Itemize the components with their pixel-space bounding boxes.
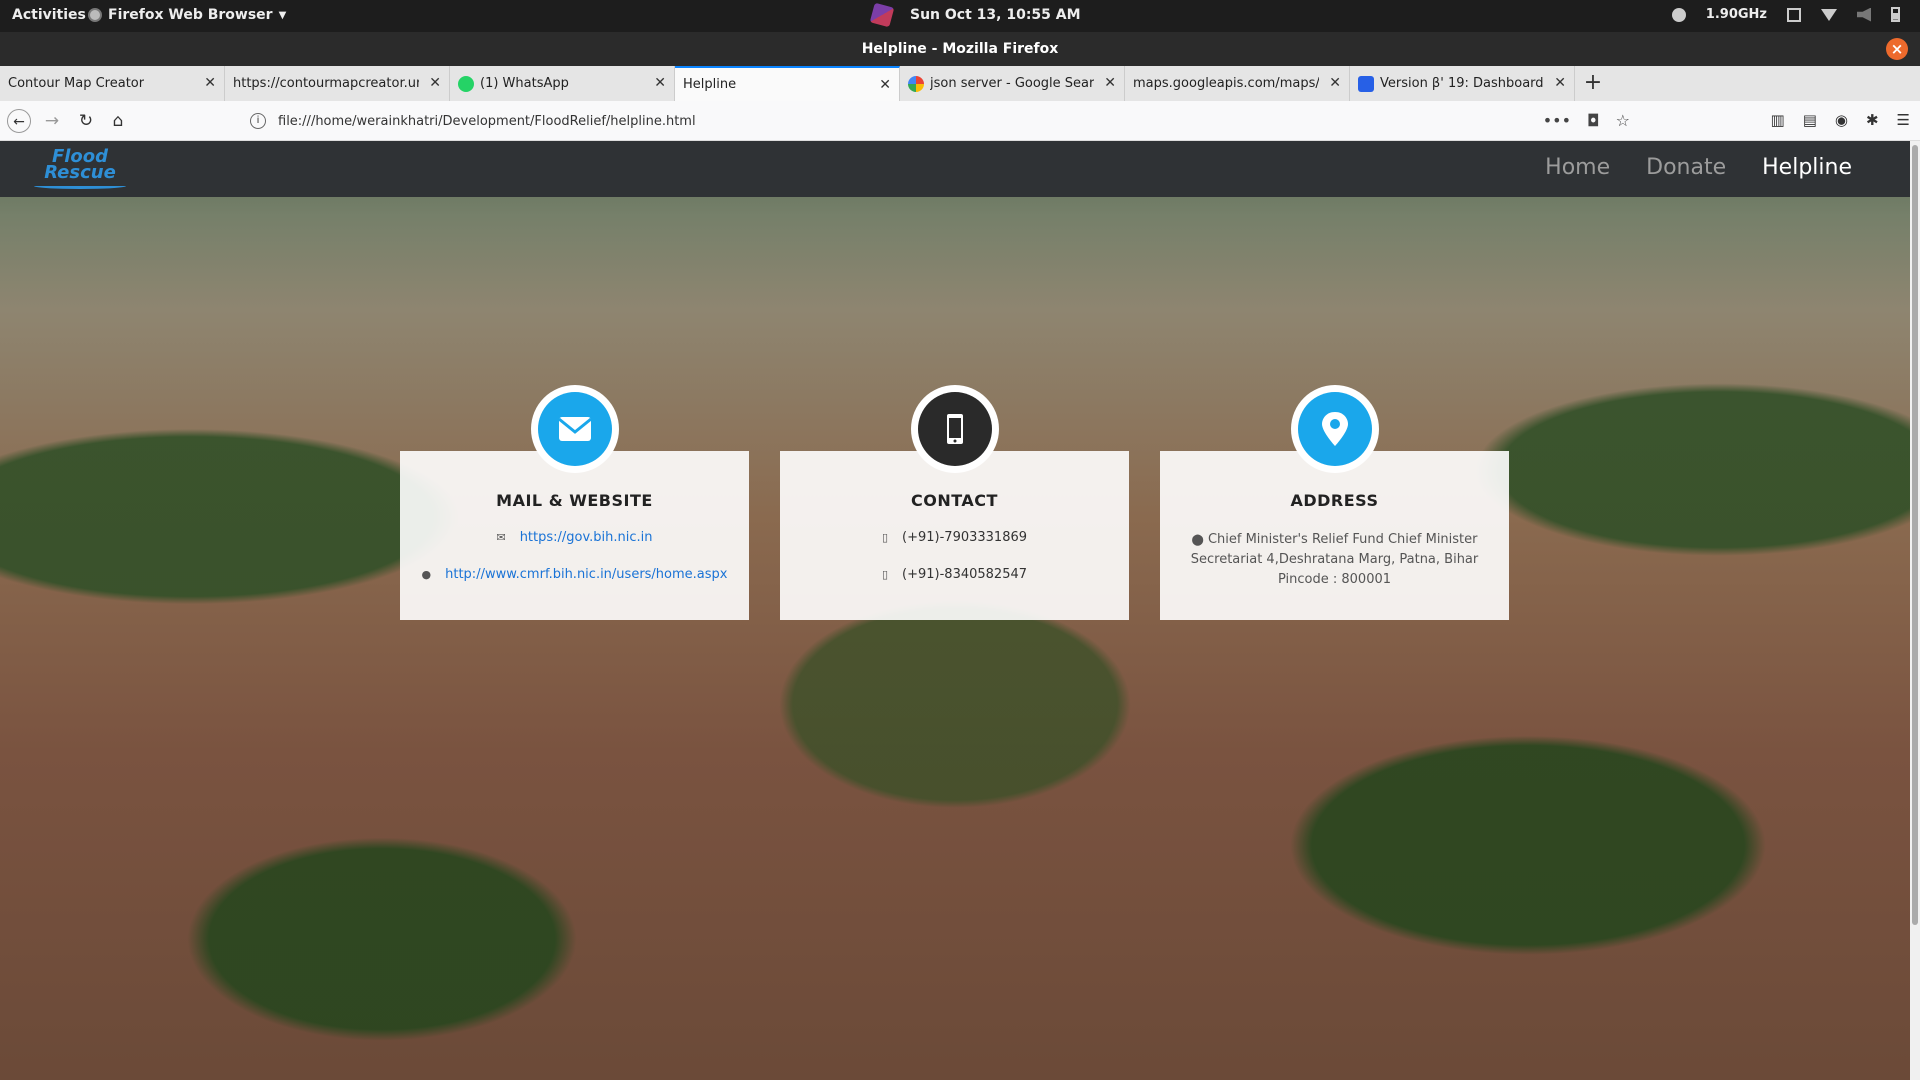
tab-label: Contour Map Creator xyxy=(8,76,145,91)
extension-icon[interactable]: ✱ xyxy=(1866,111,1879,129)
tab-label: maps.googleapis.com/maps/a xyxy=(1133,76,1319,91)
google-icon xyxy=(908,75,924,92)
page-actions-icon[interactable]: ••• xyxy=(1543,111,1571,130)
envelope-icon xyxy=(537,392,612,466)
mobile-small-icon: ▯ xyxy=(881,531,889,544)
tab-label: json server - Google Search xyxy=(930,76,1094,91)
tab-helpline[interactable]: Helpline ✕ xyxy=(675,66,900,101)
activities-button[interactable]: Activities xyxy=(12,7,86,23)
map-pin-icon xyxy=(1297,392,1372,466)
page-content: Flood Rescue Home Donate Helpline MAIL &… xyxy=(0,141,1910,1080)
dashboard-icon xyxy=(1358,75,1374,92)
reload-button[interactable]: ↻ xyxy=(74,109,98,133)
nav-helpline[interactable]: Helpline xyxy=(1762,155,1852,180)
tab-google-search[interactable]: json server - Google Search ✕ xyxy=(900,66,1125,101)
site-nav: Home Donate Helpline xyxy=(1545,155,1852,180)
card-title: ADDRESS xyxy=(1290,491,1379,510)
menu-icon[interactable]: ☰ xyxy=(1897,111,1910,129)
site-header: Flood Rescue Home Donate Helpline xyxy=(0,141,1910,197)
system-top-bar: Activities Firefox Web Browser ▼ Sun Oct… xyxy=(0,0,1920,32)
app-menu[interactable]: Firefox Web Browser ▼ xyxy=(88,7,286,23)
map-marker-small-icon: ⬤ xyxy=(1191,533,1204,546)
library-icon[interactable]: ▥ xyxy=(1771,111,1785,129)
email-link[interactable]: https://gov.bih.nic.in xyxy=(520,530,653,545)
address-card: ADDRESS ⬤ Chief Minister's Relief Fund C… xyxy=(1160,385,1509,620)
card-title: CONTACT xyxy=(911,491,998,510)
volume-icon[interactable] xyxy=(1857,7,1871,22)
whatsapp-icon xyxy=(458,75,474,92)
contact-card: CONTACT ▯ (+91)-7903331869 ▯ (+91)-83405… xyxy=(780,385,1129,620)
chevron-down-icon: ▼ xyxy=(278,9,287,21)
tab-label: https://contourmapcreator.urg xyxy=(233,76,419,91)
site-logo[interactable]: Flood Rescue xyxy=(34,148,126,189)
tab-close-icon[interactable]: ✕ xyxy=(1104,75,1116,91)
card-icon-frame xyxy=(910,385,999,473)
info-icon[interactable]: i xyxy=(250,113,266,129)
app-menu-label: Firefox Web Browser xyxy=(108,7,273,23)
phone-line-2: ▯ (+91)-8340582547 xyxy=(780,567,1129,582)
pocket-icon[interactable]: ◘ xyxy=(1587,111,1600,130)
window-close-button[interactable]: × xyxy=(1886,38,1908,60)
tab-whatsapp[interactable]: (1) WhatsApp ✕ xyxy=(450,66,675,101)
page-scrollbar[interactable] xyxy=(1910,141,1920,1080)
navigation-toolbar: ← → ↻ ⌂ i file:///home/werainkhatri/Deve… xyxy=(0,101,1920,141)
phone-number-2: (+91)-8340582547 xyxy=(902,567,1028,582)
mail-website-card: MAIL & WEBSITE ✉ https://gov.bih.nic.in … xyxy=(400,385,749,620)
card-icon-frame xyxy=(1290,385,1379,473)
nav-home[interactable]: Home xyxy=(1545,155,1610,180)
window-title: Helpline - Mozilla Firefox xyxy=(861,41,1059,57)
sidebar-icon[interactable]: ▤ xyxy=(1803,111,1817,129)
window-title-bar: Helpline - Mozilla Firefox × xyxy=(0,32,1920,66)
account-icon[interactable]: ◉ xyxy=(1835,111,1848,129)
tab-close-icon[interactable]: ✕ xyxy=(1554,75,1566,91)
battery-icon[interactable] xyxy=(1891,7,1900,22)
address-text: Chief Minister's Relief Fund Chief Minis… xyxy=(1190,532,1479,587)
tab-label: Helpline xyxy=(683,77,737,92)
phone-line-1: ▯ (+91)-7903331869 xyxy=(780,530,1129,545)
tab-label: (1) WhatsApp xyxy=(480,76,569,91)
package-icon[interactable] xyxy=(869,2,895,28)
logo-text-line2: Rescue xyxy=(44,162,116,183)
card-title: MAIL & WEBSITE xyxy=(496,491,653,510)
mobile-phone-icon xyxy=(917,392,992,466)
card-icon-frame xyxy=(530,385,619,473)
tab-bar: Contour Map Creator ✕ https://contourmap… xyxy=(0,66,1920,101)
firefox-icon xyxy=(88,8,102,22)
email-line: ✉ https://gov.bih.nic.in xyxy=(400,530,749,545)
wave-icon xyxy=(34,183,126,189)
bookmark-star-icon[interactable]: ☆ xyxy=(1616,111,1630,130)
forward-button[interactable]: → xyxy=(40,109,64,133)
tab-label: Version β' 19: Dashboard | xyxy=(1380,76,1544,91)
website-link[interactable]: http://www.cmrf.bih.nic.in/users/home.as… xyxy=(445,567,727,582)
globe-icon: ● xyxy=(421,568,432,581)
clock[interactable]: Sun Oct 13, 10:55 AM xyxy=(910,7,1081,23)
wifi-icon[interactable] xyxy=(1821,8,1837,21)
nav-donate[interactable]: Donate xyxy=(1646,155,1726,180)
system-tray[interactable]: 1.90GHz xyxy=(1671,7,1900,22)
scrollbar-thumb[interactable] xyxy=(1912,145,1918,925)
phone-number-1: (+91)-7903331869 xyxy=(902,530,1028,545)
disk-icon[interactable] xyxy=(1671,7,1686,22)
envelope-small-icon: ✉ xyxy=(496,531,506,544)
address-bar[interactable]: i file:///home/werainkhatri/Development/… xyxy=(250,107,1630,135)
tab-dashboard[interactable]: Version β' 19: Dashboard | ✕ xyxy=(1350,66,1575,101)
tab-maps-googleapis[interactable]: maps.googleapis.com/maps/a ✕ xyxy=(1125,66,1350,101)
home-button[interactable]: ⌂ xyxy=(106,109,130,133)
url-text[interactable]: file:///home/werainkhatri/Development/Fl… xyxy=(278,114,696,129)
cpu-frequency[interactable]: 1.90GHz xyxy=(1706,7,1767,22)
website-line: ● http://www.cmrf.bih.nic.in/users/home.… xyxy=(400,567,749,582)
tab-close-icon[interactable]: ✕ xyxy=(879,77,891,93)
chip-icon[interactable] xyxy=(1787,7,1801,22)
new-tab-button[interactable]: + xyxy=(1575,66,1611,101)
tab-contour-map-creator[interactable]: Contour Map Creator ✕ xyxy=(0,66,225,101)
tab-contourmapcreator-url[interactable]: https://contourmapcreator.urg ✕ xyxy=(225,66,450,101)
back-button[interactable]: ← xyxy=(7,109,31,133)
address-line: ⬤ Chief Minister's Relief Fund Chief Min… xyxy=(1188,530,1481,590)
tab-close-icon[interactable]: ✕ xyxy=(204,75,216,91)
tab-close-icon[interactable]: ✕ xyxy=(429,75,441,91)
tab-close-icon[interactable]: ✕ xyxy=(1329,75,1341,91)
mobile-small-icon: ▯ xyxy=(881,568,889,581)
tab-close-icon[interactable]: ✕ xyxy=(654,75,666,91)
